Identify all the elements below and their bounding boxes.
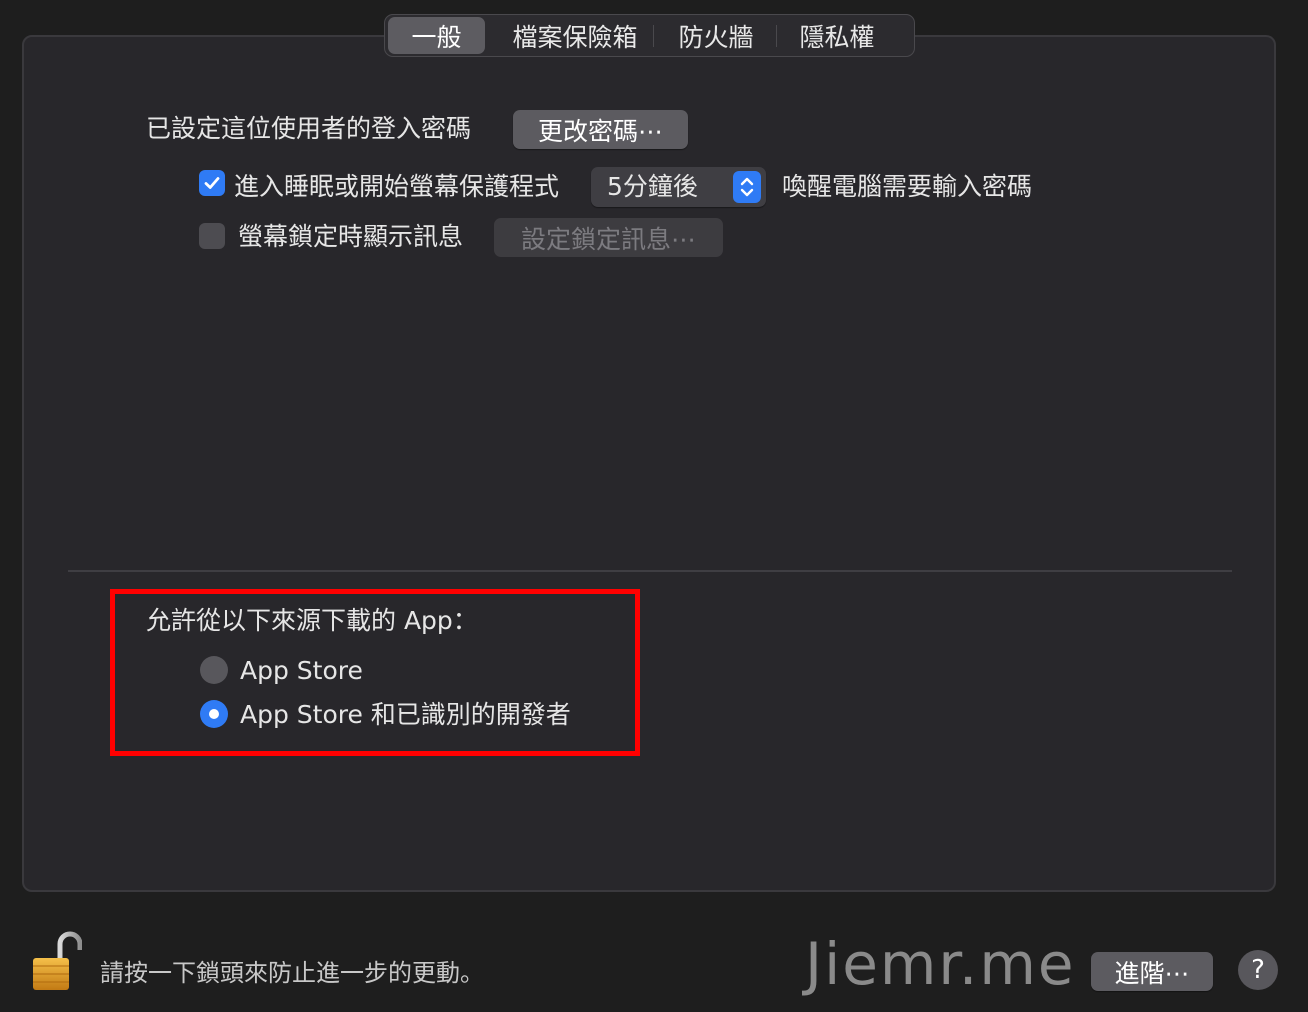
question-mark-icon: ? bbox=[1251, 955, 1265, 985]
unlocked-padlock-icon[interactable] bbox=[30, 930, 83, 994]
lock-hint: 請按一下鎖頭來防止進一步的更動。 bbox=[100, 959, 484, 987]
settings-panel bbox=[22, 35, 1276, 892]
set-lock-message-button[interactable]: 設定鎖定訊息⋯ bbox=[494, 218, 723, 257]
checkmark-icon bbox=[204, 177, 220, 189]
password-set-label: 已設定這位使用者的登入密碼 bbox=[146, 114, 472, 143]
lock-message-checkbox[interactable] bbox=[199, 223, 225, 249]
require-password-label: 進入睡眠或開始螢幕保護程式 bbox=[234, 172, 560, 201]
section-divider bbox=[68, 570, 1232, 572]
require-password-checkbox[interactable] bbox=[199, 170, 225, 196]
tab-general[interactable]: 一般 bbox=[388, 17, 485, 54]
tab-separator bbox=[776, 24, 777, 47]
lock-message-label: 螢幕鎖定時顯示訊息 bbox=[238, 222, 464, 251]
tab-separator bbox=[653, 24, 654, 47]
tab-filevault[interactable]: 檔案保險箱 bbox=[509, 17, 641, 54]
updown-chevron-icon bbox=[733, 171, 761, 203]
change-password-button[interactable]: 更改密碼⋯ bbox=[513, 110, 688, 149]
require-password-suffix: 喚醒電腦需要輸入密碼 bbox=[782, 172, 1033, 201]
help-button[interactable]: ? bbox=[1238, 950, 1278, 990]
tab-bar: 一般 檔案保險箱 防火牆 隱私權 bbox=[384, 14, 915, 57]
tab-privacy[interactable]: 隱私權 bbox=[783, 17, 891, 54]
password-delay-value: 5分鐘後 bbox=[607, 172, 698, 201]
highlight-box bbox=[110, 589, 640, 756]
tab-firewall[interactable]: 防火牆 bbox=[662, 17, 770, 54]
password-delay-popup[interactable]: 5分鐘後 bbox=[591, 167, 766, 207]
advanced-button[interactable]: 進階⋯ bbox=[1091, 952, 1213, 991]
watermark: Jiemr.me bbox=[805, 930, 1076, 998]
